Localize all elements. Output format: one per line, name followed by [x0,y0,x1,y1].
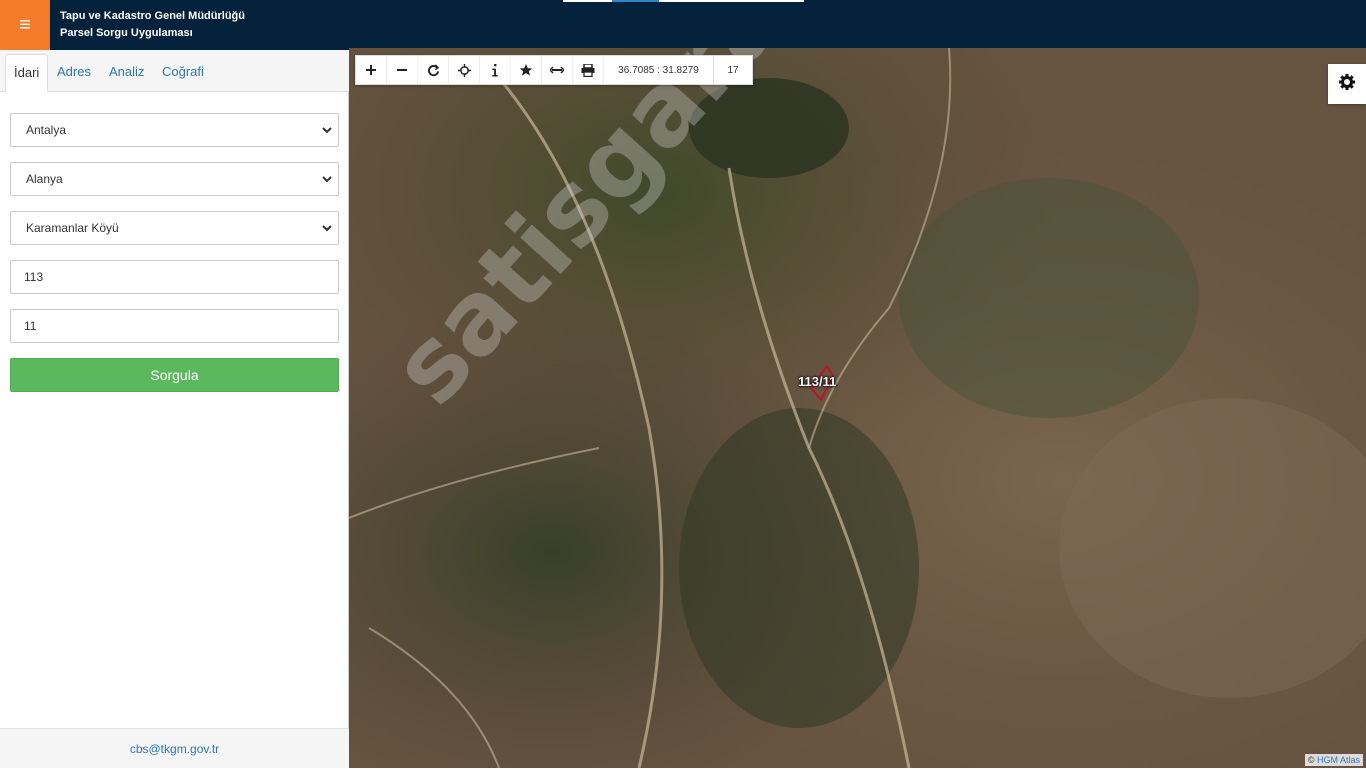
app-header: ≡ Tapu ve Kadastro Genel Müdürlüğü Parse… [0,0,1366,50]
attribution-prefix: © [1307,755,1315,765]
zoom-level: 17 [727,64,739,76]
province-value: Antalya [26,123,67,137]
attribution-link[interactable]: HGM Atlas [1317,755,1360,765]
chevron-down-icon [320,212,334,244]
tab-idari[interactable]: İdari [5,54,49,92]
top-indicator [563,0,804,2]
footer-email-link[interactable]: cbs@tkgm.gov.tr [0,728,349,768]
neighborhood-value: Karamanlar Köyü [26,221,119,235]
tab-adres[interactable]: Adres [49,54,99,92]
title-line1: Tapu ve Kadastro Genel Müdürlüğü [60,10,245,22]
district-select[interactable]: Alanya [10,162,339,196]
block-input[interactable]: 113 [10,260,339,294]
map-view[interactable]: satisgaranti.com 36.7085 : 31.8279 17 11… [349,48,1366,768]
sorgula-button[interactable]: Sorgula [10,358,339,392]
chevron-down-icon [320,163,334,195]
measure-icon[interactable] [542,56,573,84]
parcel-input[interactable]: 11 [10,309,339,343]
zoom-out-icon[interactable] [387,56,418,84]
province-select[interactable]: Antalya [10,113,339,147]
menu-button[interactable]: ≡ [0,0,50,50]
tab-cografi[interactable]: Coğrafi [154,54,212,92]
title-line2: Parsel Sorgu Uygulaması [60,27,193,39]
settings-button[interactable] [1328,64,1366,104]
refresh-icon[interactable] [418,56,449,84]
neighborhood-select[interactable]: Karamanlar Köyü [10,211,339,245]
zoom-in-icon[interactable] [356,56,387,84]
district-value: Alanya [26,172,63,186]
crosshair-icon[interactable] [449,56,480,84]
hamburger-icon: ≡ [19,14,31,36]
print-icon[interactable] [573,56,604,84]
tab-analiz[interactable]: Analiz [101,54,152,92]
parcel-label: 113/11 [798,374,837,389]
info-icon[interactable] [480,56,511,84]
star-icon[interactable] [511,56,542,84]
sidebar-tabs: İdari Adres Analiz Coğrafi [0,50,349,92]
satellite-imagery [349,48,1366,768]
map-toolbar: 36.7085 : 31.8279 17 [355,55,753,85]
coordinate-readout: 36.7085 : 31.8279 [604,56,714,84]
chevron-down-icon [320,114,334,146]
sidebar: İdari Adres Analiz Coğrafi Antalya Alany… [0,50,349,768]
gear-icon [1339,73,1355,95]
app-title: Tapu ve Kadastro Genel Müdürlüğü Parsel … [60,8,245,42]
map-attribution: © HGM Atlas [1304,754,1363,766]
